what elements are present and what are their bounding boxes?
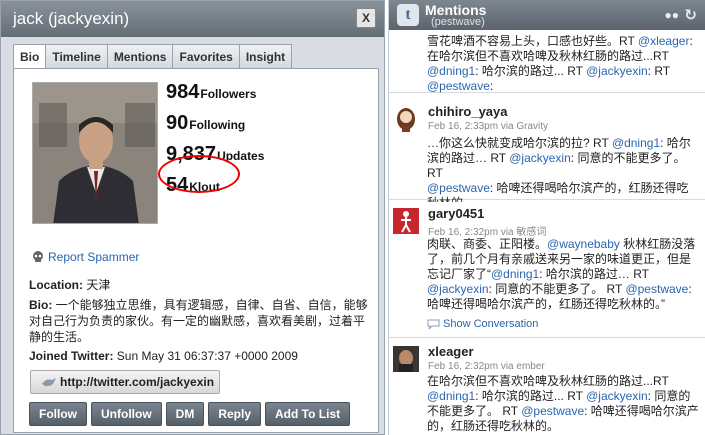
mention-link[interactable]: @jackyexin — [586, 64, 648, 78]
bio-content: 984 Followers 90 Following 9,837 Updates… — [13, 68, 379, 433]
mentions-column: t Mentions (pestwave) ●● ↻ 雪花啤酒不容易上头，口感也… — [388, 0, 705, 435]
show-conversation-link[interactable]: Show Conversation — [427, 318, 538, 330]
tweet-avatar[interactable] — [393, 346, 419, 372]
tweet-item[interactable]: chihiro_yaya Feb 16, 2:33pm via Gravity … — [389, 100, 705, 210]
tab-bio[interactable]: Bio — [13, 44, 47, 69]
tweet-avatar[interactable] — [393, 208, 419, 234]
tab-insight[interactable]: Insight — [239, 44, 293, 69]
followers-count: 984 — [166, 81, 200, 103]
mention-link[interactable]: @jackyexin — [427, 282, 489, 296]
profile-stats: 984 Followers 90 Following 9,837 Updates… — [158, 81, 264, 205]
mention-link[interactable]: @jackyexin — [509, 151, 571, 165]
refresh-icon[interactable]: ↻ — [684, 6, 697, 24]
show-conversation-label: Show Conversation — [443, 318, 539, 330]
skull-icon — [33, 251, 43, 262]
unfollow-button[interactable]: Unfollow — [91, 402, 162, 426]
reply-button[interactable]: Reply — [208, 402, 262, 426]
tweet-meta: Feb 16, 2:32pm via 敏感词 — [428, 227, 547, 238]
bird-icon — [42, 378, 56, 387]
mention-link[interactable]: @xleager — [638, 34, 690, 48]
mention-link[interactable]: @dning1 — [612, 136, 660, 150]
close-button[interactable]: X — [356, 8, 376, 28]
profile-panel: jack (jackyexin) X Bio Timeline Mentions… — [0, 0, 385, 435]
tab-favorites[interactable]: Favorites — [173, 44, 240, 69]
tweet-avatar[interactable] — [393, 106, 419, 132]
location-label: Location: — [29, 278, 83, 292]
klout-highlight-circle — [158, 155, 240, 193]
add-to-list-button[interactable]: Add To List — [265, 402, 351, 426]
joined-value: Sun May 31 06:37:37 +0000 2009 — [113, 349, 298, 363]
bio-value: 一个能够独立思维，具有逻辑感，自律、自省、自信，能够对自己行为负责的家伙。有一定… — [29, 298, 368, 344]
tweet-item[interactable]: xleager Feb 16, 2:32pm via ember 在哈尔滨但不喜… — [389, 340, 705, 435]
mentions-header: t Mentions (pestwave) ●● ↻ — [389, 0, 705, 30]
following-label: Following — [189, 118, 246, 132]
mention-link[interactable]: @waynebaby — [547, 237, 620, 251]
profile-actions: Follow Unfollow DM Reply Add To List — [29, 402, 354, 426]
following-count: 90 — [166, 112, 189, 134]
mention-link[interactable]: @pestwave — [521, 404, 584, 418]
speech-bubble-icon — [427, 319, 440, 329]
profile-url-button[interactable]: http://twitter.com/jackyexin — [30, 370, 220, 394]
tweet-author[interactable]: gary0451 — [428, 206, 484, 221]
tweet-item[interactable]: gary0451 Feb 16, 2:32pm via 敏感词 肉联、商委、正阳… — [389, 202, 705, 338]
location-value: 天津 — [83, 278, 111, 292]
profile-url: http://twitter.com/jackyexin — [60, 375, 215, 389]
users-icon[interactable]: ●● — [665, 8, 680, 22]
joined-label: Joined Twitter: — [29, 349, 114, 363]
report-spammer-link[interactable]: Report Spammer — [32, 250, 139, 264]
mention-link[interactable]: @pestwave — [625, 282, 688, 296]
follow-button[interactable]: Follow — [29, 402, 87, 426]
mention-link[interactable]: @pestwave — [427, 181, 490, 195]
bio-label: Bio: — [29, 298, 53, 312]
dm-button[interactable]: DM — [165, 402, 205, 426]
profile-avatar — [32, 82, 158, 224]
tweet-text: 雪花啤酒不容易上头，口感也好些。RT @xleager: 在哈尔滨但不喜欢哈啤及… — [427, 34, 693, 93]
location-row: Location: 天津 — [29, 276, 110, 293]
followers-label: Followers — [200, 87, 257, 101]
followers-stat[interactable]: 984 Followers — [166, 81, 264, 104]
tweet-text: …你这么快就变成哈尔滨的拉? RT @dning1: 哈尔 滨的路过… RT @… — [427, 136, 691, 210]
mention-link[interactable]: @jackyexin — [586, 389, 648, 403]
report-spammer-label: Report Spammer — [48, 250, 140, 264]
profile-tabs: Bio Timeline Mentions Favorites Insight — [13, 44, 293, 69]
tab-timeline[interactable]: Timeline — [46, 44, 108, 69]
tweet-item[interactable]: 雪花啤酒不容易上头，口感也好些。RT @xleager: 在哈尔滨但不喜欢哈啤及… — [389, 30, 705, 93]
tweet-text: 在哈尔滨但不喜欢哈啤及秋林红肠的路过...RT @dning1: 哈尔滨的路过.… — [427, 374, 699, 433]
twitter-logo-icon: t — [397, 4, 419, 26]
tweet-meta: Feb 16, 2:32pm via ember — [428, 361, 545, 372]
tweet-author[interactable]: xleager — [428, 344, 474, 359]
following-stat[interactable]: 90 Following — [166, 112, 264, 135]
tweet-author[interactable]: chihiro_yaya — [428, 104, 508, 119]
mention-link[interactable]: @dning1 — [491, 267, 539, 281]
tab-mentions[interactable]: Mentions — [107, 44, 174, 69]
tweet-text: 肉联、商委、正阳楼。@waynebaby 秋林红肠没落 了，前几个月有亲戚送来另… — [427, 237, 696, 311]
profile-header: jack (jackyexin) X — [1, 1, 384, 37]
mentions-subtitle: (pestwave) — [431, 16, 485, 28]
tweet-meta: Feb 16, 2:33pm via Gravity — [428, 121, 549, 132]
mention-link[interactable]: @pestwave — [427, 79, 490, 93]
mention-link[interactable]: @dning1 — [427, 64, 475, 78]
mention-link[interactable]: @dning1 — [427, 389, 475, 403]
joined-row: Joined Twitter: Sun May 31 06:37:37 +000… — [29, 349, 298, 363]
close-icon: X — [361, 11, 370, 25]
profile-title: jack (jackyexin) — [13, 9, 130, 28]
bio-row: Bio: 一个能够独立思维，具有逻辑感，自律、自省、自信，能够对自己行为负责的家… — [29, 297, 371, 345]
